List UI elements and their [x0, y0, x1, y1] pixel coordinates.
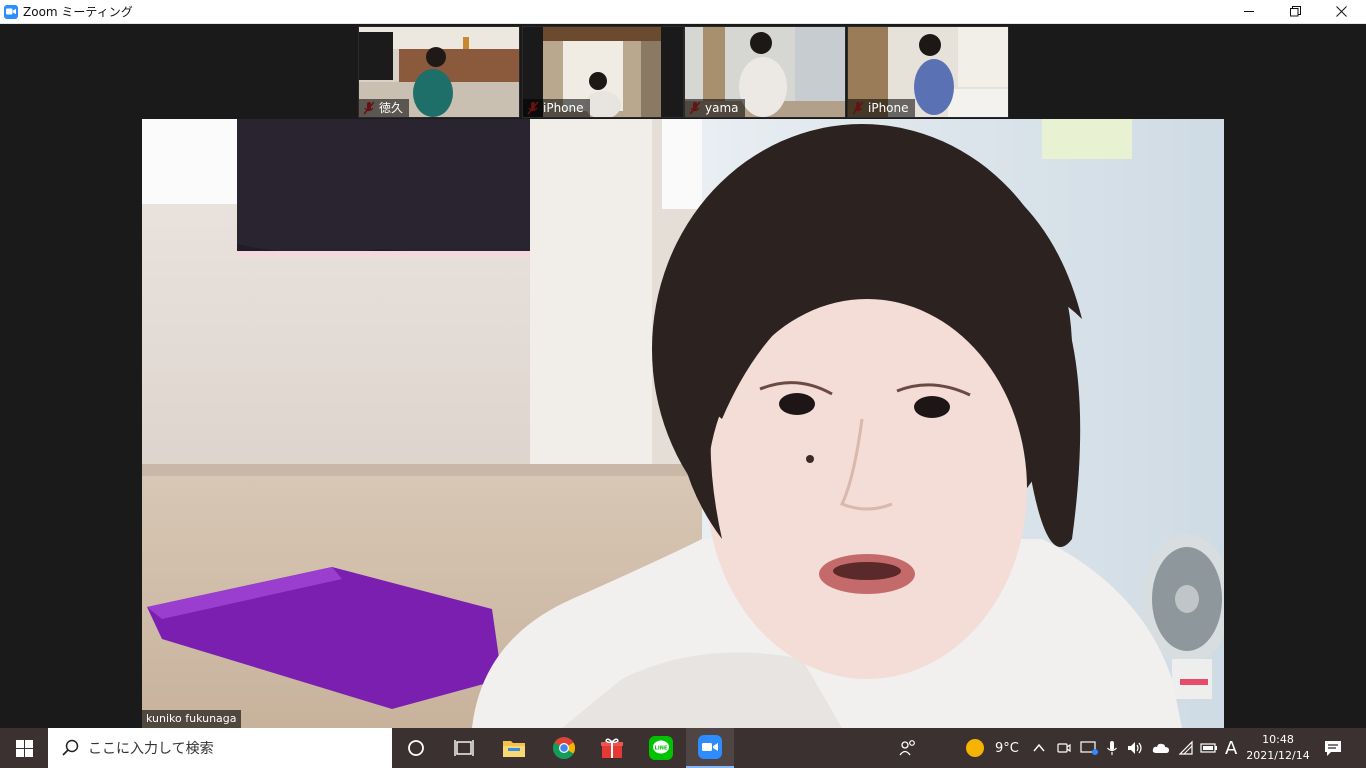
- minimize-icon: [1243, 11, 1254, 12]
- sun-icon: [966, 739, 984, 757]
- camera-icon: [1057, 743, 1071, 753]
- participant-tile[interactable]: 徳久: [358, 26, 520, 118]
- show-hidden-icons-button[interactable]: [1032, 728, 1046, 768]
- meeting-stage: 徳久 iPhone yama iPhone kuniko fukunaga: [0, 24, 1366, 728]
- close-icon: [1335, 6, 1347, 17]
- tray-volume[interactable]: [1127, 728, 1145, 768]
- participant-tile[interactable]: iPhone: [847, 26, 1009, 118]
- action-center-button[interactable]: [1324, 728, 1342, 768]
- cortana-button[interactable]: [392, 728, 440, 768]
- participant-name: iPhone: [848, 99, 915, 117]
- window-title: Zoom ミーティング: [23, 5, 133, 19]
- close-button[interactable]: [1318, 0, 1364, 23]
- taskbar-search-box[interactable]: ここに入力して検索: [48, 728, 392, 768]
- windows-logo-icon: [15, 739, 33, 757]
- tray-screen-capture[interactable]: [1080, 728, 1098, 768]
- participant-name: iPhone: [523, 99, 590, 117]
- participant-tile[interactable]: yama: [684, 26, 846, 118]
- speaker-video-frame: [142, 119, 1224, 728]
- cortana-circle-icon: [408, 740, 424, 756]
- people-button[interactable]: [898, 728, 918, 768]
- folder-icon: [503, 741, 525, 757]
- cloud-icon: [1152, 743, 1169, 753]
- file-explorer-button[interactable]: [490, 728, 538, 768]
- task-view-button[interactable]: [440, 728, 488, 768]
- weather-widget[interactable]: 9°C: [965, 728, 1019, 768]
- taskbar-clock[interactable]: 10:48 2021/12/14: [1246, 732, 1310, 764]
- restore-button[interactable]: [1272, 0, 1318, 23]
- tray-onedrive[interactable]: [1152, 728, 1170, 768]
- notification-icon: [1325, 741, 1341, 756]
- clock-time: 10:48: [1262, 733, 1294, 746]
- zoom-icon: [698, 735, 722, 759]
- line-icon: LINE: [649, 736, 673, 760]
- search-placeholder: ここに入力して検索: [88, 741, 214, 757]
- line-app-button[interactable]: LINE: [637, 728, 685, 768]
- people-icon: [899, 740, 915, 756]
- participant-tile[interactable]: iPhone: [522, 26, 684, 118]
- chrome-button[interactable]: [540, 728, 588, 768]
- search-icon: [62, 739, 79, 756]
- zoom-logo-icon: [4, 4, 18, 19]
- participant-name: 徳久: [359, 99, 410, 117]
- chevron-up-icon: [1033, 743, 1045, 752]
- restore-icon: [1289, 6, 1301, 17]
- tray-camera[interactable]: [1056, 728, 1072, 768]
- zoom-app-button[interactable]: [686, 728, 734, 768]
- speaker-volume-icon: [1128, 742, 1142, 754]
- chrome-icon: [553, 737, 575, 759]
- wifi-icon: [1178, 740, 1193, 755]
- ime-indicator[interactable]: A: [1225, 728, 1237, 768]
- tray-network[interactable]: [1178, 728, 1194, 768]
- svg-text:LINE: LINE: [655, 746, 668, 752]
- clock-date: 2021/12/14: [1246, 749, 1310, 762]
- taskbar: ここに入力して検索 LINE 9°C A 10:48 2021/12/14: [0, 728, 1366, 768]
- minimize-button[interactable]: [1226, 0, 1272, 23]
- speaker-name-label: kuniko fukunaga: [142, 710, 241, 728]
- active-speaker-video[interactable]: [142, 119, 1224, 728]
- screen-capture-icon: [1080, 741, 1098, 755]
- task-view-icon: [454, 740, 474, 756]
- tray-battery[interactable]: [1200, 728, 1218, 768]
- start-button[interactable]: [0, 728, 48, 768]
- battery-icon: [1200, 743, 1217, 753]
- participant-name: yama: [685, 99, 745, 117]
- gift-app-button[interactable]: [588, 728, 636, 768]
- title-bar: Zoom ミーティング: [0, 0, 1366, 24]
- microphone-icon: [1107, 741, 1117, 755]
- tray-microphone[interactable]: [1105, 728, 1119, 768]
- weather-temperature: 9°C: [995, 740, 1019, 756]
- gift-icon: [601, 738, 623, 758]
